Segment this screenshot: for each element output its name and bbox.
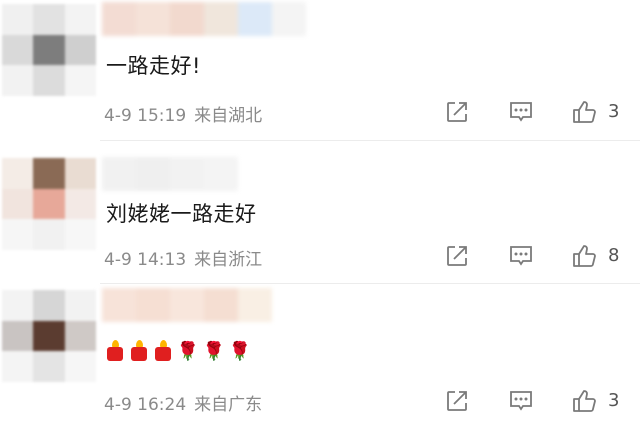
divider bbox=[100, 140, 640, 141]
emoji-row: 🌹 🌹 🌹 bbox=[104, 340, 252, 364]
like-count: 3 bbox=[608, 390, 620, 411]
share-icon[interactable] bbox=[444, 243, 470, 269]
comment-date: 4-9 16:24 bbox=[104, 395, 187, 415]
comment-meta: 4-9 15:19 来自湖北 bbox=[104, 101, 262, 126]
divider bbox=[100, 283, 640, 284]
like-count: 8 bbox=[608, 245, 620, 266]
comment-meta: 4-9 14:13 来自浙江 bbox=[104, 245, 262, 270]
avatar[interactable] bbox=[2, 158, 96, 250]
username-blurred[interactable] bbox=[102, 288, 272, 322]
share-icon[interactable] bbox=[444, 388, 470, 414]
like-count: 3 bbox=[608, 101, 620, 122]
like-icon[interactable] bbox=[571, 99, 597, 125]
comment-icon[interactable] bbox=[508, 243, 534, 269]
rose-icon: 🌹 bbox=[176, 341, 200, 362]
candle-icon bbox=[128, 340, 150, 362]
rose-icon: 🌹 bbox=[228, 341, 252, 362]
comment-location: 来自湖北 bbox=[194, 106, 263, 126]
username-blurred[interactable] bbox=[102, 2, 306, 36]
comment-text: 一路走好! bbox=[106, 54, 201, 78]
candle-icon bbox=[104, 340, 126, 362]
like-icon[interactable] bbox=[571, 388, 597, 414]
comment-text: 刘姥姥一路走好 bbox=[106, 202, 257, 226]
share-icon[interactable] bbox=[444, 99, 470, 125]
comment-meta: 4-9 16:24 来自广东 bbox=[104, 390, 262, 415]
avatar[interactable] bbox=[2, 290, 96, 382]
comment-date: 4-9 14:13 bbox=[104, 250, 187, 270]
avatar[interactable] bbox=[2, 4, 96, 96]
comment-icon[interactable] bbox=[508, 99, 534, 125]
comment-location: 来自浙江 bbox=[194, 250, 263, 270]
comment-icon[interactable] bbox=[508, 388, 534, 414]
rose-icon: 🌹 bbox=[202, 341, 226, 362]
comment-date: 4-9 15:19 bbox=[104, 106, 187, 126]
username-blurred[interactable] bbox=[102, 157, 238, 191]
candle-icon bbox=[152, 340, 174, 362]
like-icon[interactable] bbox=[571, 243, 597, 269]
comment-location: 来自广东 bbox=[194, 395, 263, 415]
